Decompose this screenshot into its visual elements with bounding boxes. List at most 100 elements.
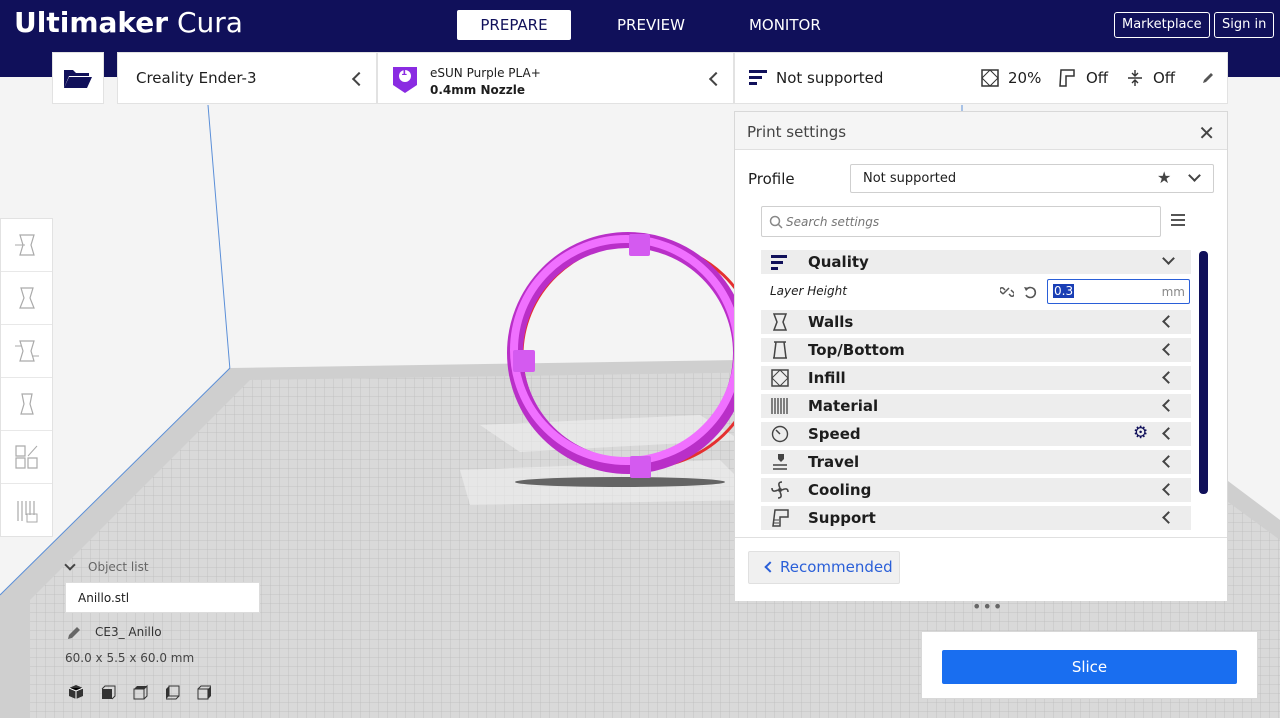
print-settings-summary[interactable]: Not supported 20% Off Off: [734, 52, 1228, 104]
camera-views: [68, 684, 212, 700]
pencil-icon[interactable]: [1201, 71, 1215, 85]
top-view-icon[interactable]: [132, 684, 148, 700]
tab-prepare[interactable]: PREPARE: [457, 10, 571, 40]
material-selector[interactable]: 1 eSUN Purple PLA+ 0.4mm Nozzle: [377, 52, 734, 104]
layer-height-value: 0.3: [1053, 284, 1075, 298]
slice-button[interactable]: Slice: [942, 650, 1237, 684]
settings-scrollbar[interactable]: [1199, 251, 1208, 494]
scale-icon: [18, 287, 35, 309]
mirror-icon: [19, 393, 34, 415]
gear-icon[interactable]: ⚙: [1133, 423, 1148, 443]
search-settings: [761, 206, 1161, 237]
settings-list: Quality Layer Height 0.3 mm Walls Top/Bo…: [761, 250, 1191, 537]
chevron-left-icon: [1162, 483, 1175, 496]
3d-view-icon[interactable]: [68, 684, 84, 700]
chevron-left-icon: [1162, 371, 1175, 384]
job-name[interactable]: CE3_ Anillo: [95, 625, 162, 639]
chevron-left-icon: [1162, 399, 1175, 412]
tool-scale[interactable]: [1, 272, 52, 325]
category-top-bottom[interactable]: Top/Bottom: [761, 338, 1191, 362]
chevron-left-icon: [1162, 315, 1175, 328]
category-support[interactable]: Support: [761, 506, 1191, 530]
model-dimensions: 60.0 x 5.5 x 60.0 mm: [65, 651, 195, 665]
panel-header: Print settings ✕: [735, 112, 1227, 150]
material-name: eSUN Purple PLA+: [430, 66, 541, 80]
chevron-left-icon: [1162, 455, 1175, 468]
per-model-settings-icon: [14, 445, 38, 469]
nozzle-size: 0.4mm Nozzle: [430, 83, 525, 97]
settings-menu-icon[interactable]: [1171, 214, 1185, 229]
slice-panel: Slice: [921, 631, 1258, 699]
chevron-left-icon: [1162, 511, 1175, 524]
walls-icon: [772, 313, 788, 331]
profile-value: Not supported: [863, 171, 957, 186]
layer-height-input[interactable]: 0.3 mm: [1047, 279, 1190, 304]
printer-selector[interactable]: Creality Ender-3: [117, 52, 377, 104]
category-travel[interactable]: Travel: [761, 450, 1191, 474]
setting-layer-height: Layer Height 0.3 mm: [761, 278, 1191, 306]
support-blocker-icon: [16, 500, 37, 522]
adhesion-summary: Off: [1153, 69, 1176, 87]
chevron-down-icon: [64, 559, 76, 571]
tool-rotate[interactable]: [1, 325, 52, 378]
right-view-icon[interactable]: [196, 684, 212, 700]
material-icon: [771, 398, 788, 414]
category-speed[interactable]: Speed ⚙: [761, 422, 1191, 446]
tool-support-blocker[interactable]: [1, 484, 52, 537]
search-input[interactable]: [786, 212, 1146, 232]
tool-move[interactable]: [1, 219, 52, 272]
object-list-item[interactable]: Anillo.stl: [65, 582, 260, 613]
folder-open-icon: [64, 70, 92, 88]
chevron-down-icon: [1162, 252, 1175, 265]
panel-footer: Recommended: [735, 537, 1227, 601]
tool-toolbar: [0, 218, 53, 537]
open-file-button[interactable]: [52, 52, 104, 104]
chevron-left-icon: [351, 71, 367, 87]
tab-monitor[interactable]: MONITOR: [723, 10, 847, 40]
profile-dropdown[interactable]: Not supported ★: [850, 164, 1214, 193]
support-icon: [772, 509, 789, 527]
chevron-left-icon: [708, 71, 724, 87]
category-quality[interactable]: Quality: [761, 250, 1191, 274]
stage-tabs: PREPARE PREVIEW MONITOR: [457, 10, 855, 40]
layer-height-unit: mm: [1161, 285, 1185, 299]
app-logo: Ultimaker Cura: [14, 6, 243, 39]
tab-preview[interactable]: PREVIEW: [591, 10, 711, 40]
rotate-icon: [14, 340, 39, 362]
tool-mirror[interactable]: [1, 378, 52, 431]
tool-per-model-settings[interactable]: [1, 431, 52, 484]
support-icon: [1059, 69, 1075, 87]
pencil-icon[interactable]: [66, 625, 82, 641]
layer-height-label: Layer Height: [770, 284, 847, 298]
sign-in-button[interactable]: Sign in: [1214, 12, 1275, 38]
close-icon[interactable]: ✕: [1198, 121, 1215, 145]
profile-label: Profile: [748, 170, 795, 188]
marketplace-button[interactable]: Marketplace: [1114, 12, 1210, 38]
infill-icon: [771, 369, 789, 387]
link-icon[interactable]: [1000, 285, 1014, 299]
infill-summary: 20%: [1008, 69, 1042, 87]
front-view-icon[interactable]: [100, 684, 116, 700]
infill-icon: [981, 69, 999, 87]
extruder-number: 1: [401, 68, 408, 78]
chevron-left-icon: [1162, 427, 1175, 440]
panel-title: Print settings: [747, 123, 847, 141]
printer-name: Creality Ender-3: [136, 69, 257, 87]
reset-icon[interactable]: [1023, 285, 1037, 299]
move-icon: [14, 234, 35, 256]
support-summary: Off: [1086, 69, 1109, 87]
recommended-button[interactable]: Recommended: [748, 551, 900, 584]
chevron-left-icon: [1162, 343, 1175, 356]
panel-resize-handle[interactable]: •••: [972, 597, 1003, 616]
category-infill[interactable]: Infill: [761, 366, 1191, 390]
object-list-toggle[interactable]: Object list: [64, 559, 149, 574]
category-material[interactable]: Material: [761, 394, 1191, 418]
speed-icon: [771, 425, 789, 443]
search-icon: [769, 215, 783, 229]
star-icon[interactable]: ★: [1157, 168, 1171, 187]
category-walls[interactable]: Walls: [761, 310, 1191, 334]
chevron-down-icon: [1188, 169, 1201, 182]
left-view-icon[interactable]: [164, 684, 180, 700]
category-cooling[interactable]: Cooling: [761, 478, 1191, 502]
quality-icon: [749, 70, 767, 85]
